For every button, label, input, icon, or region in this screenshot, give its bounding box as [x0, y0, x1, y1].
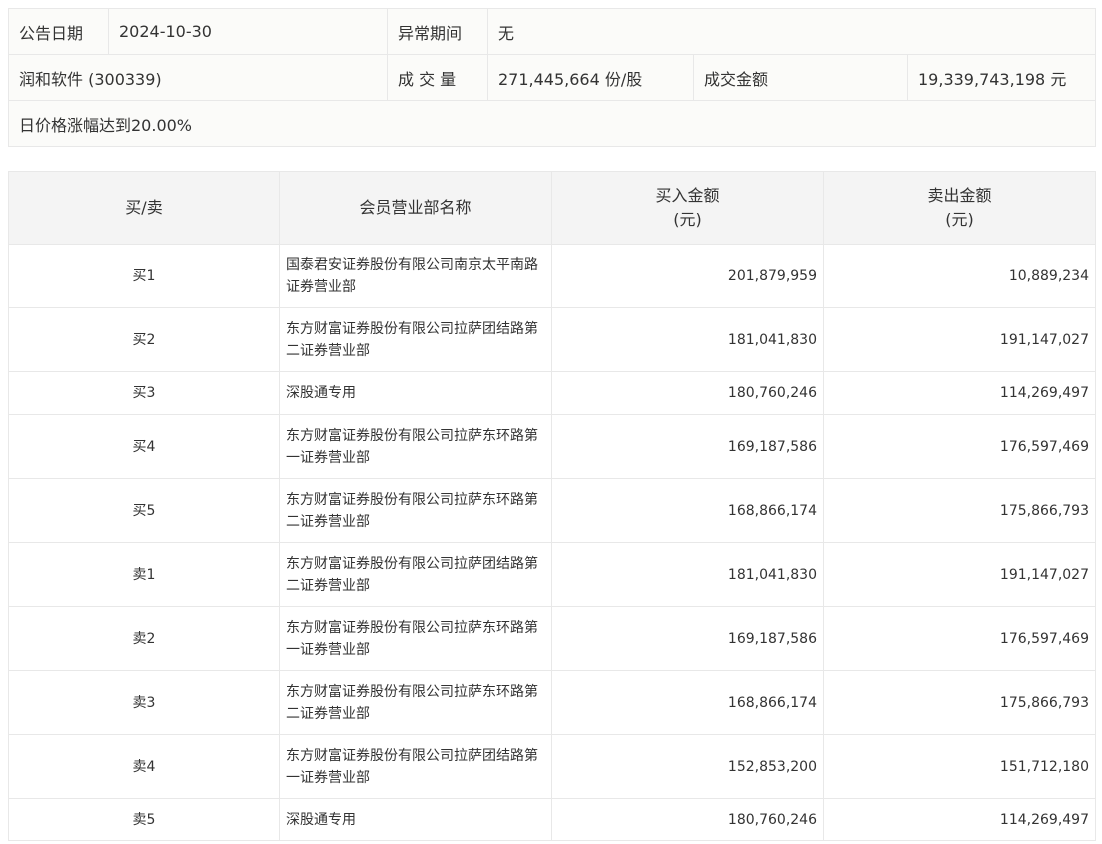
side-cell: 买4 — [8, 414, 280, 479]
branch-name-cell: 深股通专用 — [279, 798, 552, 841]
header-sell-label: 卖出金额 — [927, 186, 992, 205]
period-label: 异常期间 — [387, 8, 488, 55]
table-row: 卖4 东方财富证券股份有限公司拉萨团结路第一证券营业部 152,853,200 151… — [8, 734, 1096, 799]
side-cell: 卖4 — [8, 734, 280, 799]
side-cell: 卖1 — [8, 542, 280, 607]
table-row: 卖5 深股通专用 180,760,246 114,269,497 — [8, 798, 1096, 841]
header-sell: 卖出金额 (元) — [823, 171, 1096, 245]
table-row: 买4 东方财富证券股份有限公司拉萨东环路第一证券营业部 169,187,586 176… — [8, 414, 1096, 479]
buy-amount-cell: 181,041,830 — [551, 307, 824, 372]
header-side: 买/卖 — [8, 171, 280, 245]
buy-amount-cell: 169,187,586 — [551, 606, 824, 671]
branch-name-cell: 东方财富证券股份有限公司拉萨团结路第一证券营业部 — [279, 734, 552, 799]
buy-amount-cell: 180,760,246 — [551, 798, 824, 841]
sell-amount-cell: 176,597,469 — [823, 414, 1096, 479]
side-cell: 买1 — [8, 244, 280, 308]
buy-amount-cell: 152,853,200 — [551, 734, 824, 799]
table-row: 买5 东方财富证券股份有限公司拉萨东环路第二证券营业部 168,866,174 175… — [8, 478, 1096, 543]
buy-amount-cell: 168,866,174 — [551, 670, 824, 735]
side-cell: 卖2 — [8, 606, 280, 671]
branch-name-cell: 东方财富证券股份有限公司拉萨东环路第一证券营业部 — [279, 606, 552, 671]
stock-info-table: 公告日期 2024-10-30 异常期间 无 润和软件 (300339) 成 交… — [7, 8, 1097, 147]
table-row: 卖2 东方财富证券股份有限公司拉萨东环路第一证券营业部 169,187,586 176… — [8, 606, 1096, 671]
side-cell: 卖5 — [8, 798, 280, 841]
side-cell: 买3 — [8, 371, 280, 415]
table-row: 卖3 东方财富证券股份有限公司拉萨东环路第二证券营业部 168,866,174 175… — [8, 670, 1096, 735]
side-cell: 买2 — [8, 307, 280, 372]
sell-amount-cell: 114,269,497 — [823, 371, 1096, 415]
header-buy: 买入金额 (元) — [551, 171, 824, 245]
header-branch: 会员营业部名称 — [279, 171, 552, 245]
buy-amount-cell: 168,866,174 — [551, 478, 824, 543]
header-buy-label: 买入金额 — [655, 186, 720, 205]
table-row: 买2 东方财富证券股份有限公司拉萨团结路第二证券营业部 181,041,830 191… — [8, 307, 1096, 372]
buy-amount-cell: 180,760,246 — [551, 371, 824, 415]
sell-amount-cell: 10,889,234 — [823, 244, 1096, 308]
branch-name-cell: 国泰君安证券股份有限公司南京太平南路证券营业部 — [279, 244, 552, 308]
branch-name-cell: 东方财富证券股份有限公司拉萨团结路第二证券营业部 — [279, 307, 552, 372]
buy-amount-cell: 201,879,959 — [551, 244, 824, 308]
info-row-volume: 润和软件 (300339) 成 交 量 271,445,664 份/股 成交金额… — [8, 54, 1097, 101]
side-cell: 卖3 — [8, 670, 280, 735]
buy-amount-cell: 169,187,586 — [551, 414, 824, 479]
volume-value: 271,445,664 份/股 — [487, 54, 694, 101]
branch-name-cell: 东方财富证券股份有限公司拉萨东环路第二证券营业部 — [279, 670, 552, 735]
sell-amount-cell: 151,712,180 — [823, 734, 1096, 799]
volume-label: 成 交 量 — [387, 54, 488, 101]
table-row: 卖1 东方财富证券股份有限公司拉萨团结路第二证券营业部 181,041,830 191… — [8, 542, 1096, 607]
sell-amount-cell: 175,866,793 — [823, 478, 1096, 543]
sell-amount-cell: 114,269,497 — [823, 798, 1096, 841]
sell-amount-cell: 176,597,469 — [823, 606, 1096, 671]
date-label: 公告日期 — [8, 8, 109, 55]
side-cell: 买5 — [8, 478, 280, 543]
branch-name-cell: 东方财富证券股份有限公司拉萨东环路第二证券营业部 — [279, 478, 552, 543]
date-value: 2024-10-30 — [108, 8, 388, 55]
info-row-reason: 日价格涨幅达到20.00% — [7, 100, 1097, 147]
sell-amount-cell: 191,147,027 — [823, 542, 1096, 607]
branch-name-cell: 东方财富证券股份有限公司拉萨东环路第一证券营业部 — [279, 414, 552, 479]
period-value: 无 — [486, 8, 1097, 55]
sell-amount-cell: 191,147,027 — [823, 307, 1096, 372]
header-buy-unit: (元) — [673, 210, 702, 229]
table-row: 买3 深股通专用 180,760,246 114,269,497 — [8, 371, 1096, 415]
sell-amount-cell: 175,866,793 — [823, 670, 1096, 735]
table-header: 买/卖 会员营业部名称 买入金额 (元) 卖出金额 (元) — [8, 171, 1096, 245]
reason-text: 日价格涨幅达到20.00% — [7, 100, 1097, 147]
amount-label: 成交金额 — [693, 54, 908, 101]
buy-amount-cell: 181,041,830 — [551, 542, 824, 607]
branch-name-cell: 东方财富证券股份有限公司拉萨团结路第二证券营业部 — [279, 542, 552, 607]
branch-name-cell: 深股通专用 — [279, 371, 552, 415]
trading-detail-table: 买/卖 会员营业部名称 买入金额 (元) 卖出金额 (元) 买1 国泰君安证券股份有限… — [8, 171, 1096, 841]
stock-name: 润和软件 (300339) — [8, 54, 388, 101]
amount-value: 19,339,743,198 元 — [906, 54, 1097, 101]
table-row: 买1 国泰君安证券股份有限公司南京太平南路证券营业部 201,879,959 10,8… — [8, 244, 1096, 308]
info-row-date: 公告日期 2024-10-30 异常期间 无 — [8, 8, 1097, 55]
header-sell-unit: (元) — [945, 210, 974, 229]
